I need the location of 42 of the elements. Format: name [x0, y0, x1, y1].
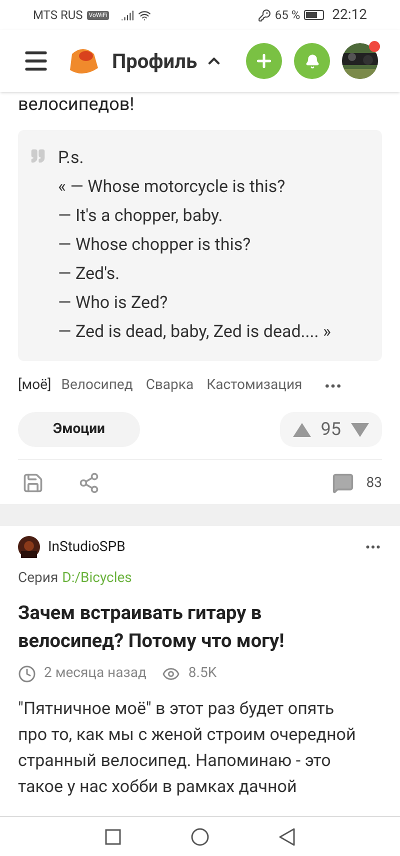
post-excerpt: "Пятничное моё" в этот раз будет опять про то, как мы с женой строим очередной странный велосипед. Напоминаю - это такое у нас хобби в рамках дачной: [18, 698, 357, 799]
quote-line: — Whose chopper is this?: [58, 234, 252, 257]
back-icon[interactable]: [279, 828, 295, 846]
upvote-icon[interactable]: [292, 422, 311, 436]
carrier-label: MTS RUS: [33, 7, 83, 24]
views-count: 8.5K: [188, 664, 217, 683]
tag-link[interactable]: Сварка: [146, 375, 194, 396]
recents-icon[interactable]: [105, 828, 121, 844]
share-icon[interactable]: [78, 472, 100, 494]
emotions-button[interactable]: Эмоции: [18, 412, 140, 447]
quote-line: — Zed's.: [58, 263, 121, 286]
post-text: велосипедов!: [18, 93, 136, 117]
key-icon: [258, 8, 271, 22]
tag-link[interactable]: Кастомизация: [206, 375, 302, 396]
quote-line: — It's a chopper, baby.: [58, 205, 224, 228]
battery-icon: [304, 10, 324, 20]
downvote-icon[interactable]: [351, 422, 369, 436]
battery-percent: 65 %: [274, 7, 300, 24]
bell-icon: [304, 54, 320, 68]
quote-line: — Who is Zed?: [58, 292, 169, 315]
tag-link[interactable]: [моё]: [18, 375, 52, 396]
save-icon[interactable]: [22, 472, 44, 494]
quote-icon: [30, 148, 46, 164]
clock-time: 22:12: [332, 6, 367, 24]
home-icon[interactable]: [191, 828, 209, 846]
plus-icon: [254, 51, 274, 71]
signal-icon: [121, 8, 134, 22]
post-title[interactable]: Зачем встраивать гитару в велосипед? Потому что могу!: [18, 599, 382, 655]
post-age: 2 месяца назад: [44, 664, 146, 683]
comments-count: 83: [366, 474, 382, 492]
quote-line: « — Whose motorcycle is this?: [58, 176, 286, 199]
profile-dropdown[interactable]: Профиль: [112, 46, 224, 76]
author-name[interactable]: InStudioSPB: [48, 536, 126, 558]
clock-icon: [18, 664, 36, 682]
author-avatar[interactable]: [18, 536, 40, 558]
tag-link[interactable]: Велосипед: [61, 375, 133, 396]
series-label: Серия: [18, 569, 58, 588]
comments-icon[interactable]: [332, 472, 354, 494]
quote-line: — Zed is dead, baby, Zed is dead.... »: [58, 321, 331, 344]
quote-heading: P.s.: [58, 147, 85, 170]
wifi-icon: [138, 8, 152, 22]
rating-value: 95: [320, 418, 341, 442]
